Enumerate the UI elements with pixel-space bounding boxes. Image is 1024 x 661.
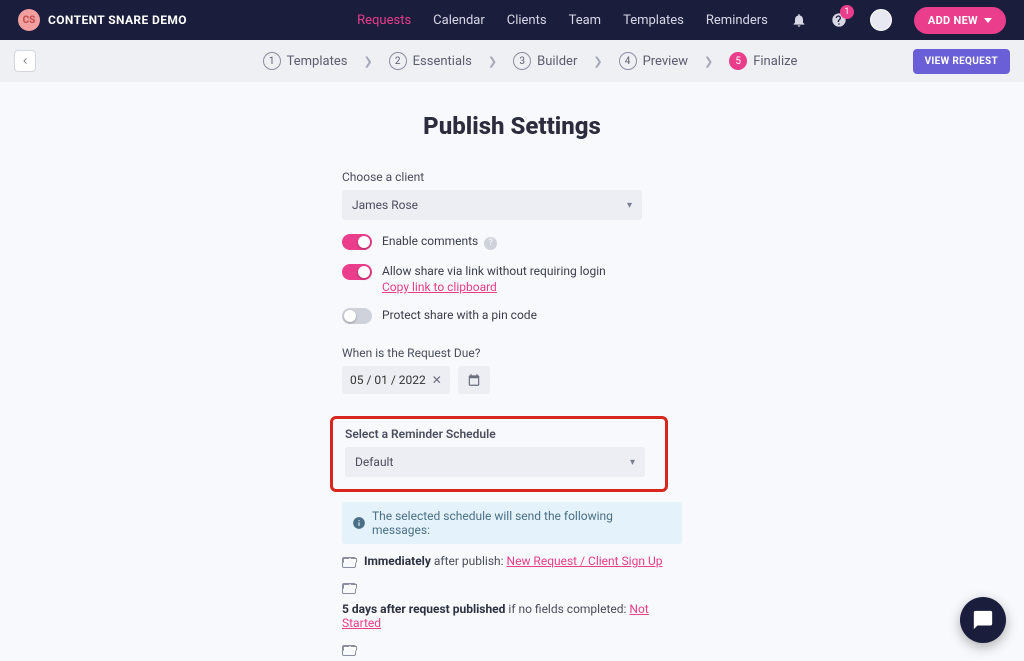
reminder-highlight: Select a Reminder Schedule Default ▾ — [330, 416, 668, 492]
nav-requests[interactable]: Requests — [357, 13, 411, 28]
calendar-button[interactable] — [458, 366, 490, 394]
chevron-down-icon: ▾ — [630, 457, 635, 468]
step-builder[interactable]: 3Builder — [513, 52, 577, 70]
reminder-value: Default — [355, 455, 393, 469]
bell-icon[interactable] — [790, 11, 808, 29]
chat-icon — [972, 609, 994, 631]
help-wrap[interactable]: 1 — [830, 11, 848, 29]
toggle-pin[interactable] — [342, 308, 372, 324]
steps: 1Templates ❯ 2Essentials ❯ 3Builder ❯ 4P… — [263, 52, 798, 70]
step-preview[interactable]: 4Preview — [619, 52, 688, 70]
back-button[interactable] — [14, 50, 36, 72]
content: Publish Settings Choose a client James R… — [152, 112, 872, 661]
avatar[interactable] — [870, 9, 892, 31]
copy-link-action[interactable]: Copy link to clipboard — [382, 280, 606, 294]
toggle-comments-label: Enable comments ? — [382, 234, 497, 250]
logo-badge: CS — [18, 9, 40, 31]
due-date-value: 05 / 01 / 2022 — [350, 373, 426, 387]
schedule-list: Immediately after publish: New Request /… — [342, 554, 682, 661]
step-essentials[interactable]: 2Essentials — [389, 52, 472, 70]
view-request-button[interactable]: VIEW REQUEST — [913, 49, 1010, 74]
schedule-info-text: The selected schedule will send the foll… — [372, 509, 672, 537]
nav-reminders[interactable]: Reminders — [706, 13, 768, 28]
scroll-area[interactable]: Publish Settings Choose a client James R… — [0, 82, 1024, 661]
chevron-right-icon: ❯ — [593, 55, 602, 68]
info-icon — [352, 516, 366, 530]
chevron-down-icon: ▾ — [627, 200, 632, 211]
topbar: CS CONTENT SNARE DEMO Requests Calendar … — [0, 0, 1024, 40]
chevron-right-icon: ❯ — [488, 55, 497, 68]
client-select[interactable]: James Rose ▾ — [342, 190, 642, 220]
mail-icon — [342, 645, 356, 656]
nav-templates[interactable]: Templates — [623, 13, 684, 28]
app-name: CONTENT SNARE DEMO — [48, 13, 187, 27]
nav-links: Requests Calendar Clients Team Templates… — [357, 7, 1006, 34]
help-icon[interactable]: ? — [484, 237, 497, 250]
notif-badge: 1 — [840, 5, 854, 19]
step-templates[interactable]: 1Templates — [263, 52, 348, 70]
chevron-right-icon: ❯ — [363, 55, 372, 68]
toggle-comments[interactable] — [342, 234, 372, 250]
nav-calendar[interactable]: Calendar — [433, 13, 485, 28]
nav-clients[interactable]: Clients — [507, 13, 547, 28]
schedule-row: 10 days after request published if not a… — [342, 642, 682, 661]
chat-widget[interactable] — [960, 597, 1006, 643]
client-value: James Rose — [352, 198, 418, 212]
page-title: Publish Settings — [322, 112, 702, 140]
reminder-label: Select a Reminder Schedule — [345, 427, 653, 441]
calendar-icon — [467, 373, 481, 387]
schedule-link[interactable]: New Request / Client Sign Up — [507, 554, 663, 568]
toggle-pin-label: Protect share with a pin code — [382, 308, 537, 322]
close-icon[interactable]: ✕ — [432, 373, 442, 387]
chevron-down-icon — [984, 18, 992, 23]
toggle-share[interactable] — [342, 264, 372, 280]
client-label: Choose a client — [342, 170, 682, 184]
reminder-select[interactable]: Default ▾ — [345, 447, 645, 477]
schedule-row: Immediately after publish: New Request /… — [342, 554, 682, 568]
schedule-info-bar: The selected schedule will send the foll… — [342, 502, 682, 544]
step-finalize[interactable]: 5Finalize — [729, 52, 797, 70]
toggle-share-label: Allow share via link without requiring l… — [382, 264, 606, 278]
stepper-bar: 1Templates ❯ 2Essentials ❯ 3Builder ❯ 4P… — [0, 40, 1024, 82]
add-new-label: ADD NEW — [928, 14, 978, 27]
schedule-row: 5 days after request published if no fie… — [342, 580, 682, 630]
mail-icon — [342, 557, 356, 568]
chevron-right-icon: ❯ — [704, 55, 713, 68]
mail-icon — [342, 583, 356, 594]
due-date-input[interactable]: 05 / 01 / 2022 ✕ — [342, 366, 450, 394]
nav-team[interactable]: Team — [569, 13, 602, 28]
due-label: When is the Request Due? — [342, 346, 682, 360]
add-new-button[interactable]: ADD NEW — [914, 7, 1006, 34]
